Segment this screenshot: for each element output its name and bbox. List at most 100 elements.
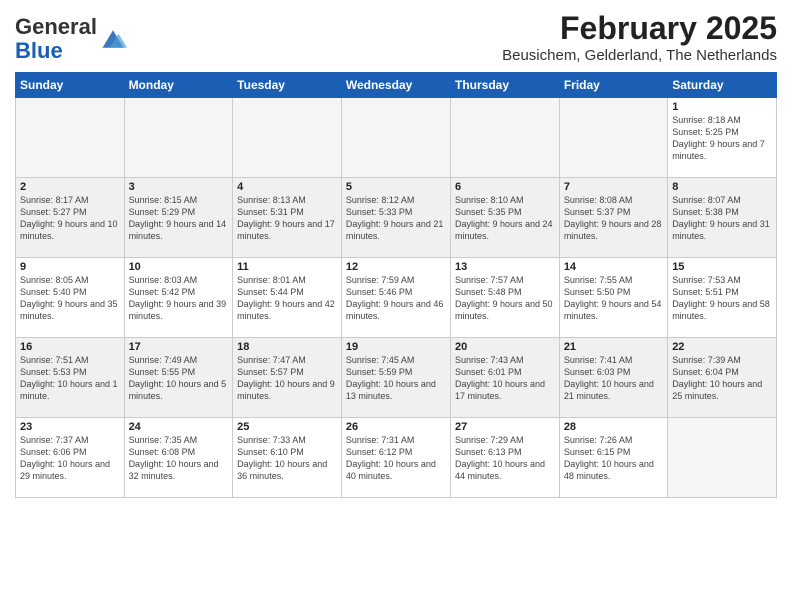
calendar-cell: 28Sunrise: 7:26 AM Sunset: 6:15 PM Dayli…: [559, 418, 667, 498]
day-number: 15: [672, 261, 772, 273]
calendar-cell: 8Sunrise: 8:07 AM Sunset: 5:38 PM Daylig…: [668, 178, 777, 258]
calendar-cell: 4Sunrise: 8:13 AM Sunset: 5:31 PM Daylig…: [233, 178, 342, 258]
day-number: 6: [455, 181, 555, 193]
calendar-cell: [16, 98, 125, 178]
location: Beusichem, Gelderland, The Netherlands: [502, 47, 777, 64]
day-info: Sunrise: 8:01 AM Sunset: 5:44 PM Dayligh…: [237, 274, 337, 323]
day-number: 27: [455, 421, 555, 433]
calendar-day-header-wednesday: Wednesday: [341, 73, 450, 98]
calendar-cell: 21Sunrise: 7:41 AM Sunset: 6:03 PM Dayli…: [559, 338, 667, 418]
calendar-cell: 9Sunrise: 8:05 AM Sunset: 5:40 PM Daylig…: [16, 258, 125, 338]
day-info: Sunrise: 7:53 AM Sunset: 5:51 PM Dayligh…: [672, 274, 772, 323]
day-info: Sunrise: 8:10 AM Sunset: 5:35 PM Dayligh…: [455, 194, 555, 243]
calendar-cell: 2Sunrise: 8:17 AM Sunset: 5:27 PM Daylig…: [16, 178, 125, 258]
day-number: 25: [237, 421, 337, 433]
calendar-cell: 12Sunrise: 7:59 AM Sunset: 5:46 PM Dayli…: [341, 258, 450, 338]
day-info: Sunrise: 7:45 AM Sunset: 5:59 PM Dayligh…: [346, 354, 446, 403]
day-info: Sunrise: 8:08 AM Sunset: 5:37 PM Dayligh…: [564, 194, 663, 243]
day-number: 16: [20, 341, 120, 353]
calendar-day-header-saturday: Saturday: [668, 73, 777, 98]
day-info: Sunrise: 8:12 AM Sunset: 5:33 PM Dayligh…: [346, 194, 446, 243]
calendar-cell: 6Sunrise: 8:10 AM Sunset: 5:35 PM Daylig…: [450, 178, 559, 258]
day-number: 10: [129, 261, 229, 273]
day-number: 2: [20, 181, 120, 193]
calendar-table: SundayMondayTuesdayWednesdayThursdayFrid…: [15, 72, 777, 498]
calendar-cell: 20Sunrise: 7:43 AM Sunset: 6:01 PM Dayli…: [450, 338, 559, 418]
day-number: 12: [346, 261, 446, 273]
day-number: 26: [346, 421, 446, 433]
calendar-cell: 27Sunrise: 7:29 AM Sunset: 6:13 PM Dayli…: [450, 418, 559, 498]
calendar-day-header-monday: Monday: [124, 73, 233, 98]
day-info: Sunrise: 7:43 AM Sunset: 6:01 PM Dayligh…: [455, 354, 555, 403]
logo: General Blue: [15, 15, 127, 63]
day-info: Sunrise: 7:33 AM Sunset: 6:10 PM Dayligh…: [237, 434, 337, 483]
calendar-cell: 15Sunrise: 7:53 AM Sunset: 5:51 PM Dayli…: [668, 258, 777, 338]
calendar-cell: [124, 98, 233, 178]
day-number: 19: [346, 341, 446, 353]
day-number: 9: [20, 261, 120, 273]
day-info: Sunrise: 7:37 AM Sunset: 6:06 PM Dayligh…: [20, 434, 120, 483]
calendar-cell: 13Sunrise: 7:57 AM Sunset: 5:48 PM Dayli…: [450, 258, 559, 338]
calendar-cell: [559, 98, 667, 178]
calendar-header-row: SundayMondayTuesdayWednesdayThursdayFrid…: [16, 73, 777, 98]
calendar-cell: 24Sunrise: 7:35 AM Sunset: 6:08 PM Dayli…: [124, 418, 233, 498]
day-info: Sunrise: 7:55 AM Sunset: 5:50 PM Dayligh…: [564, 274, 663, 323]
day-info: Sunrise: 8:17 AM Sunset: 5:27 PM Dayligh…: [20, 194, 120, 243]
calendar-cell: 1Sunrise: 8:18 AM Sunset: 5:25 PM Daylig…: [668, 98, 777, 178]
day-info: Sunrise: 7:57 AM Sunset: 5:48 PM Dayligh…: [455, 274, 555, 323]
calendar-cell: 17Sunrise: 7:49 AM Sunset: 5:55 PM Dayli…: [124, 338, 233, 418]
logo-icon: [99, 25, 127, 53]
day-number: 11: [237, 261, 337, 273]
day-info: Sunrise: 7:47 AM Sunset: 5:57 PM Dayligh…: [237, 354, 337, 403]
day-info: Sunrise: 8:07 AM Sunset: 5:38 PM Dayligh…: [672, 194, 772, 243]
day-info: Sunrise: 7:39 AM Sunset: 6:04 PM Dayligh…: [672, 354, 772, 403]
calendar-cell: 3Sunrise: 8:15 AM Sunset: 5:29 PM Daylig…: [124, 178, 233, 258]
day-info: Sunrise: 7:26 AM Sunset: 6:15 PM Dayligh…: [564, 434, 663, 483]
calendar-cell: 19Sunrise: 7:45 AM Sunset: 5:59 PM Dayli…: [341, 338, 450, 418]
day-info: Sunrise: 7:29 AM Sunset: 6:13 PM Dayligh…: [455, 434, 555, 483]
title-block: February 2025 Beusichem, Gelderland, The…: [502, 10, 777, 64]
calendar-cell: [450, 98, 559, 178]
calendar-day-header-sunday: Sunday: [16, 73, 125, 98]
page-header: General Blue February 2025 Beusichem, Ge…: [15, 10, 777, 64]
calendar-cell: 25Sunrise: 7:33 AM Sunset: 6:10 PM Dayli…: [233, 418, 342, 498]
day-info: Sunrise: 7:41 AM Sunset: 6:03 PM Dayligh…: [564, 354, 663, 403]
day-number: 14: [564, 261, 663, 273]
calendar-cell: 5Sunrise: 8:12 AM Sunset: 5:33 PM Daylig…: [341, 178, 450, 258]
calendar-cell: [233, 98, 342, 178]
day-number: 22: [672, 341, 772, 353]
calendar-cell: 26Sunrise: 7:31 AM Sunset: 6:12 PM Dayli…: [341, 418, 450, 498]
calendar-cell: 14Sunrise: 7:55 AM Sunset: 5:50 PM Dayli…: [559, 258, 667, 338]
day-number: 28: [564, 421, 663, 433]
calendar-cell: 11Sunrise: 8:01 AM Sunset: 5:44 PM Dayli…: [233, 258, 342, 338]
calendar-cell: [668, 418, 777, 498]
day-info: Sunrise: 7:59 AM Sunset: 5:46 PM Dayligh…: [346, 274, 446, 323]
month-year: February 2025: [502, 10, 777, 47]
calendar-cell: 22Sunrise: 7:39 AM Sunset: 6:04 PM Dayli…: [668, 338, 777, 418]
page-container: General Blue February 2025 Beusichem, Ge…: [0, 0, 792, 503]
day-info: Sunrise: 7:51 AM Sunset: 5:53 PM Dayligh…: [20, 354, 120, 403]
day-info: Sunrise: 8:15 AM Sunset: 5:29 PM Dayligh…: [129, 194, 229, 243]
day-number: 18: [237, 341, 337, 353]
logo-blue-text: Blue: [15, 38, 63, 63]
day-info: Sunrise: 8:03 AM Sunset: 5:42 PM Dayligh…: [129, 274, 229, 323]
day-number: 5: [346, 181, 446, 193]
calendar-cell: 18Sunrise: 7:47 AM Sunset: 5:57 PM Dayli…: [233, 338, 342, 418]
day-info: Sunrise: 7:49 AM Sunset: 5:55 PM Dayligh…: [129, 354, 229, 403]
calendar-cell: 7Sunrise: 8:08 AM Sunset: 5:37 PM Daylig…: [559, 178, 667, 258]
day-info: Sunrise: 8:18 AM Sunset: 5:25 PM Dayligh…: [672, 114, 772, 163]
calendar-day-header-friday: Friday: [559, 73, 667, 98]
day-number: 17: [129, 341, 229, 353]
calendar-cell: 10Sunrise: 8:03 AM Sunset: 5:42 PM Dayli…: [124, 258, 233, 338]
day-info: Sunrise: 8:05 AM Sunset: 5:40 PM Dayligh…: [20, 274, 120, 323]
day-number: 8: [672, 181, 772, 193]
day-number: 3: [129, 181, 229, 193]
day-number: 4: [237, 181, 337, 193]
day-number: 7: [564, 181, 663, 193]
day-number: 1: [672, 101, 772, 113]
day-number: 21: [564, 341, 663, 353]
day-info: Sunrise: 7:31 AM Sunset: 6:12 PM Dayligh…: [346, 434, 446, 483]
calendar-day-header-tuesday: Tuesday: [233, 73, 342, 98]
day-number: 13: [455, 261, 555, 273]
logo-general-text: General: [15, 14, 97, 39]
